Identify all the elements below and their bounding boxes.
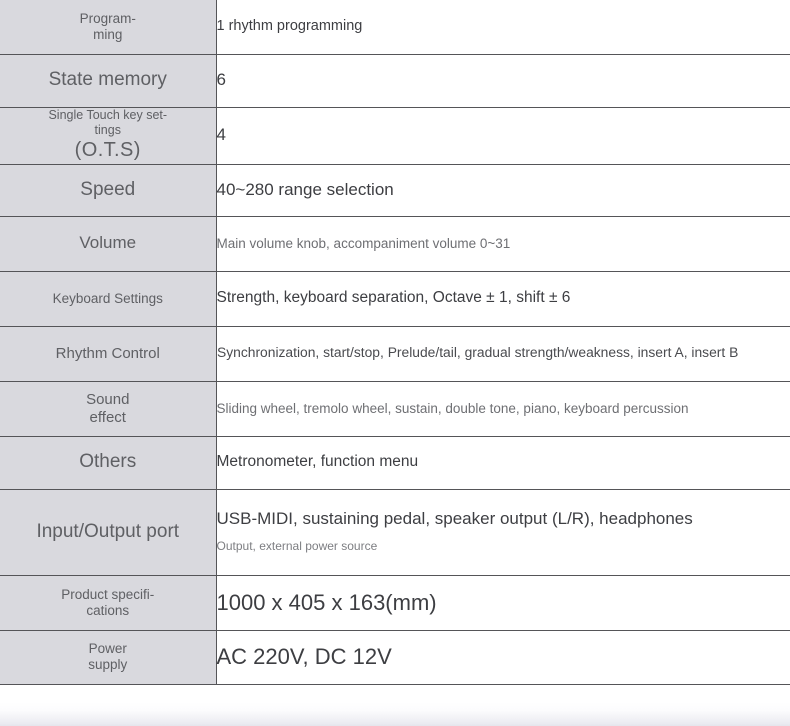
table-row: Product specifi- cations 1000 x 405 x 16… (0, 575, 790, 630)
table-row: Power supply AC 220V, DC 12V (0, 630, 790, 684)
specification-table: Program- ming 1 rhythm programming State… (0, 0, 790, 685)
row-label-keyboard-settings: Keyboard Settings (0, 271, 217, 326)
row-label-programming: Program- ming (0, 0, 217, 54)
row-value-text: 1 rhythm programming (216, 18, 363, 35)
row-label-line: Keyboard Settings (52, 290, 163, 306)
table-row: Input/Output port USB-MIDI, sustaining p… (0, 489, 790, 575)
row-label-speed: Speed (0, 164, 217, 216)
specification-page: Program- ming 1 rhythm programming State… (0, 0, 790, 726)
row-label-state-memory: State memory (0, 54, 217, 107)
row-label-line: supply (88, 657, 128, 672)
row-value-programming: 1 rhythm programming (216, 0, 790, 54)
row-label-others: Others (0, 436, 217, 489)
row-label-line: Others (79, 451, 137, 473)
row-value-text: USB-MIDI, sustaining pedal, speaker outp… (216, 508, 693, 528)
row-value-product-specifications: 1000 x 405 x 163(mm) (216, 575, 790, 630)
table-row: Speed 40~280 range selection (0, 164, 790, 216)
row-value-one-touch-setting: 4 (216, 107, 790, 164)
row-label-line: Input/Output port (36, 520, 180, 542)
row-label-one-touch-setting: Single Touch key set- tings (O.T.S) (0, 107, 217, 164)
table-row: Rhythm Control Synchronization, start/st… (0, 326, 790, 381)
table-row: Others Metronometer, function menu (0, 436, 790, 489)
row-value-text: 6 (216, 70, 226, 90)
row-label-line: tings (94, 123, 121, 138)
row-label-input-output-port: Input/Output port (0, 489, 217, 575)
row-label-line: Rhythm Control (55, 344, 160, 362)
row-value-input-output-port: USB-MIDI, sustaining pedal, speaker outp… (216, 489, 790, 575)
row-value-text: Metronometer, function menu (216, 453, 419, 471)
page-bottom-gradient (0, 702, 790, 726)
row-value-speed: 40~280 range selection (216, 164, 790, 216)
specification-table-body: Program- ming 1 rhythm programming State… (0, 0, 790, 684)
table-row: Program- ming 1 rhythm programming (0, 0, 790, 54)
row-label-ots-abbreviation: (O.T.S) (74, 138, 141, 161)
row-value-keyboard-settings: Strength, keyboard separation, Octave ± … (216, 271, 790, 326)
row-label-sound-effect: Sound effect (0, 381, 217, 436)
row-label-line: Product specifi- (61, 586, 155, 602)
row-label-line: Speed (80, 178, 136, 200)
row-value-state-memory: 6 (216, 54, 790, 107)
row-value-text: 1000 x 405 x 163(mm) (216, 589, 437, 615)
row-value-text: 4 (216, 125, 226, 145)
row-label-power-supply: Power supply (0, 630, 217, 684)
row-label-rhythm-control: Rhythm Control (0, 326, 217, 381)
row-value-sound-effect: Sliding wheel, tremolo wheel, sustain, d… (216, 381, 790, 436)
row-label-line: Power (88, 641, 127, 657)
table-row: Keyboard Settings Strength, keyboard sep… (0, 271, 790, 326)
table-row: Volume Main volume knob, accompaniment v… (0, 216, 790, 271)
row-label-product-specifications: Product specifi- cations (0, 575, 217, 630)
row-label-line: State memory (48, 69, 167, 91)
table-row: Single Touch key set- tings (O.T.S) 4 (0, 107, 790, 164)
row-label-line: effect (89, 408, 126, 426)
row-value-subtext: Output, external power source (216, 538, 378, 553)
row-value-text: 40~280 range selection (216, 179, 394, 199)
row-label-line: Program- (79, 10, 136, 26)
row-value-others: Metronometer, function menu (216, 436, 790, 489)
row-label-line: Sound (86, 390, 130, 408)
row-value-text: Strength, keyboard separation, Octave ± … (216, 289, 571, 307)
row-label-volume: Volume (0, 216, 217, 271)
row-value-text: Sliding wheel, tremolo wheel, sustain, d… (216, 400, 689, 416)
row-value-text: Synchronization, start/stop, Prelude/tai… (216, 345, 738, 362)
row-label-line: cations (86, 602, 130, 618)
row-label-line: Volume (79, 233, 137, 253)
row-label-line: ming (93, 26, 123, 42)
row-label-line: Single Touch key set- (48, 108, 168, 123)
table-row: State memory 6 (0, 54, 790, 107)
row-value-text: AC 220V, DC 12V (216, 644, 392, 670)
table-row: Sound effect Sliding wheel, tremolo whee… (0, 381, 790, 436)
row-value-power-supply: AC 220V, DC 12V (216, 630, 790, 684)
row-value-rhythm-control: Synchronization, start/stop, Prelude/tai… (216, 326, 790, 381)
row-value-volume: Main volume knob, accompaniment volume 0… (216, 216, 790, 271)
row-value-text: Main volume knob, accompaniment volume 0… (216, 235, 511, 251)
